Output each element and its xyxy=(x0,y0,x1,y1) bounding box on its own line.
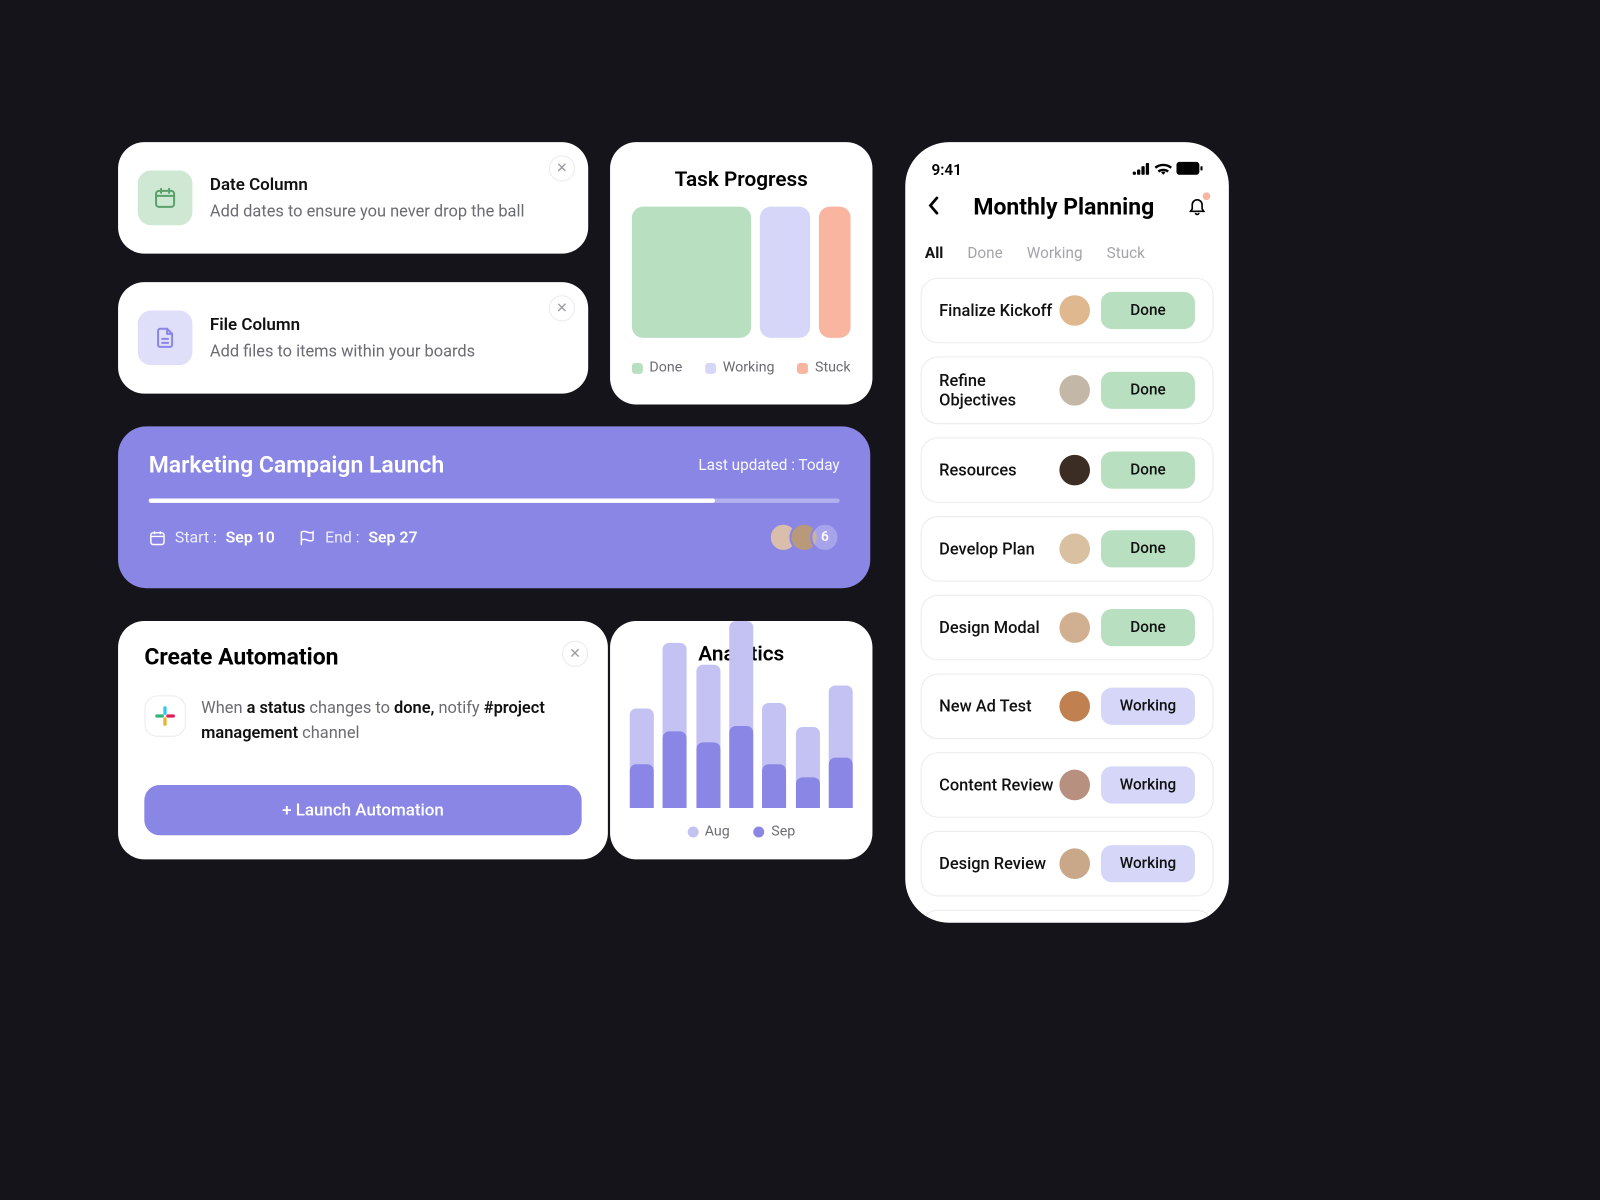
task-list: Finalize Kickoff Done Refine Objectives Don… xyxy=(921,278,1214,923)
analytics-legend: Aug Sep xyxy=(630,823,853,839)
close-icon[interactable]: ✕ xyxy=(562,641,588,667)
close-icon[interactable]: ✕ xyxy=(549,155,575,181)
task-name: Develop Plan xyxy=(939,539,1035,559)
status-chip: Done xyxy=(1101,609,1195,646)
end-date: End : Sep 27 xyxy=(299,528,418,547)
analytics-bar xyxy=(796,727,820,808)
analytics-chart xyxy=(630,677,853,808)
task-row[interactable]: Develop Plan Done xyxy=(921,516,1214,582)
legend-sep: Sep xyxy=(754,823,795,839)
task-progress-legend: Done Working Stuck xyxy=(632,360,851,376)
task-name: Resources xyxy=(939,460,1016,480)
status-chip: Working xyxy=(1101,688,1195,725)
file-icon xyxy=(138,310,193,365)
task-name: Refine Objectives xyxy=(939,371,1059,410)
legend-working: Working xyxy=(705,360,774,376)
legend-aug: Aug xyxy=(687,823,730,839)
legend-done: Done xyxy=(632,360,682,376)
status-chip: Done xyxy=(1101,530,1195,567)
analytics-bar xyxy=(696,665,720,808)
avatar xyxy=(1059,612,1090,643)
task-row[interactable]: Test PlanStuck xyxy=(921,910,1214,923)
tab-all[interactable]: All xyxy=(925,245,943,262)
back-icon[interactable] xyxy=(927,195,940,221)
tab-stuck[interactable]: Stuck xyxy=(1107,245,1145,262)
battery-icon xyxy=(1176,162,1202,179)
signal-icon xyxy=(1133,162,1150,179)
launch-automation-button[interactable]: + Launch Automation xyxy=(144,785,581,835)
avatar xyxy=(1059,375,1090,406)
avatar xyxy=(1059,455,1090,486)
helper-subtitle: Add dates to ensure you never drop the b… xyxy=(210,201,525,221)
status-chip: Working xyxy=(1101,845,1195,882)
status-chip: Done xyxy=(1101,372,1195,409)
progress-bar-stuck xyxy=(818,207,850,338)
tab-working[interactable]: Working xyxy=(1027,245,1083,262)
automation-card: Create Automation ✕ When a status change… xyxy=(118,621,608,859)
analytics-bar xyxy=(829,685,853,807)
avatar xyxy=(1059,691,1090,722)
progress-bar-done xyxy=(632,207,751,338)
task-row[interactable]: Resources Done xyxy=(921,437,1214,503)
notifications-button[interactable] xyxy=(1187,196,1207,220)
task-name: Design Review xyxy=(939,854,1046,874)
task-name: Content Review xyxy=(939,775,1053,795)
phone-mockup: 9:41 Monthly Planning All Done Working Stuc… xyxy=(905,142,1229,923)
progress-bar-working xyxy=(759,207,809,338)
campaign-banner[interactable]: Marketing Campaign Launch Last updated :… xyxy=(118,426,870,588)
statusbar: 9:41 xyxy=(921,162,1214,179)
campaign-avatars[interactable]: 6 xyxy=(769,523,840,553)
close-icon[interactable]: ✕ xyxy=(549,295,575,321)
analytics-card: Analytics Aug Sep xyxy=(610,621,872,859)
task-row[interactable]: Content Review Working xyxy=(921,752,1214,818)
task-row[interactable]: New Ad Test Working xyxy=(921,673,1214,739)
task-row[interactable]: Design Modal Done xyxy=(921,595,1214,661)
helper-title: File Column xyxy=(210,315,475,335)
avatar xyxy=(1059,848,1090,879)
avatar-extra-count: 6 xyxy=(810,523,840,553)
analytics-bar xyxy=(630,708,654,807)
avatar xyxy=(1059,534,1090,565)
automation-rule: When a status changes to done, notify #p… xyxy=(201,695,581,744)
calendar-icon xyxy=(138,171,193,226)
campaign-title: Marketing Campaign Launch xyxy=(149,453,444,479)
notification-dot xyxy=(1203,192,1211,200)
avatar xyxy=(1059,770,1090,801)
campaign-progress xyxy=(149,499,840,503)
legend-stuck: Stuck xyxy=(798,360,851,376)
campaign-updated: Last updated : Today xyxy=(698,457,839,474)
analytics-bar xyxy=(762,703,786,808)
status-chip: Done xyxy=(1101,452,1195,489)
task-row[interactable]: Refine Objectives Done xyxy=(921,356,1214,424)
task-name: Design Modal xyxy=(939,618,1040,638)
tab-done[interactable]: Done xyxy=(967,245,1002,262)
start-date: Start : Sep 10 xyxy=(149,528,275,547)
task-name: Finalize Kickoff xyxy=(939,301,1052,321)
status-chip: Working xyxy=(1101,766,1195,803)
automation-title: Create Automation xyxy=(144,645,581,671)
task-progress-card: Task Progress Done Working Stuck xyxy=(610,142,872,404)
date-column-card[interactable]: Date Column Add dates to ensure you neve… xyxy=(118,142,588,254)
avatar xyxy=(1059,295,1090,326)
task-name: New Ad Test xyxy=(939,696,1031,716)
task-row[interactable]: Design Review Working xyxy=(921,831,1214,897)
phone-title: Monthly Planning xyxy=(973,195,1154,221)
analytics-bar xyxy=(663,643,687,808)
status-chip: Done xyxy=(1101,292,1195,329)
analytics-bar xyxy=(729,621,753,808)
wifi-icon xyxy=(1155,162,1172,179)
campaign-progress-fill xyxy=(149,499,716,503)
file-column-card[interactable]: File Column Add files to items within yo… xyxy=(118,282,588,394)
helper-title: Date Column xyxy=(210,175,525,195)
slack-icon xyxy=(144,695,186,737)
task-progress-chart xyxy=(632,207,851,338)
task-row[interactable]: Finalize Kickoff Done xyxy=(921,278,1214,344)
task-progress-title: Task Progress xyxy=(632,166,851,191)
helper-subtitle: Add files to items within your boards xyxy=(210,341,475,361)
status-tabs: All Done Working Stuck xyxy=(925,245,1209,262)
status-time: 9:41 xyxy=(931,162,961,179)
